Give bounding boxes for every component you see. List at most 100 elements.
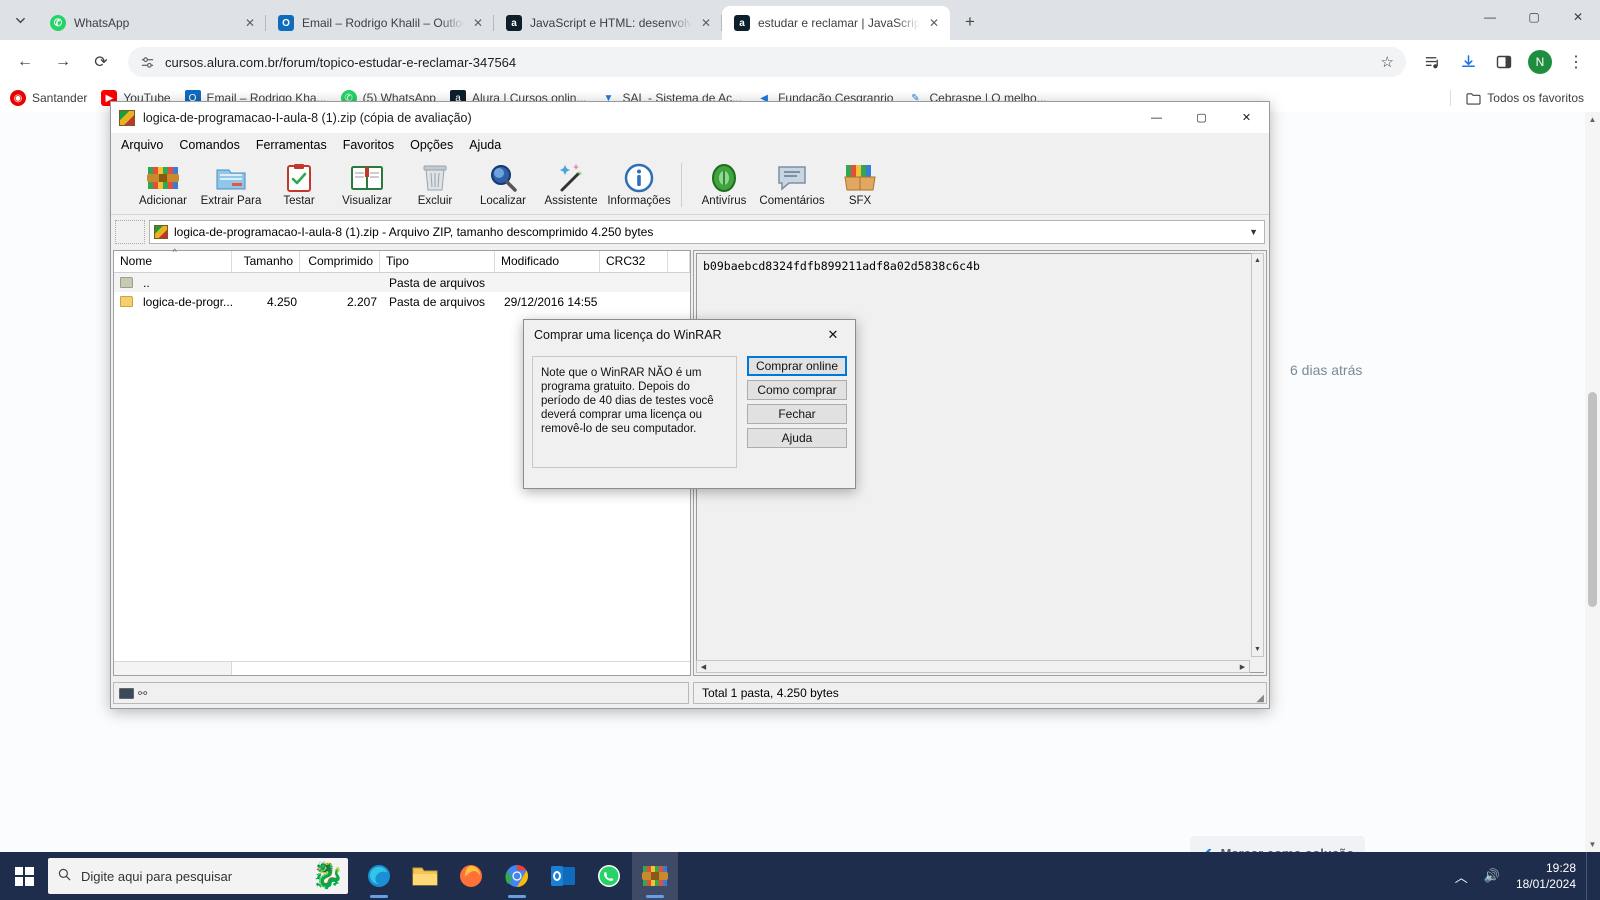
star-icon[interactable]: ☆ [1381, 53, 1394, 71]
table-row[interactable]: .. Pasta de arquivos [114, 273, 690, 292]
windows-taskbar: Digite aqui para pesquisar 🐉 ︿ 🔊 19:28 1… [0, 852, 1600, 900]
divider [1450, 90, 1452, 106]
scroll-down-icon[interactable]: ▼ [1252, 643, 1263, 656]
maximize-button[interactable]: ▢ [1179, 102, 1224, 133]
close-icon[interactable]: ✕ [242, 15, 258, 31]
minimize-button[interactable]: — [1134, 102, 1179, 133]
scroll-up-icon[interactable]: ▲ [1585, 112, 1600, 127]
close-button[interactable]: ✕ [1224, 102, 1269, 133]
taskbar-app-edge[interactable] [356, 852, 402, 900]
winrar-path-bar: arrow-up-icon logica-de-programacao-I-au… [115, 219, 1265, 245]
browser-tab-javascript-html[interactable]: a JavaScript e HTML: desenvolva ✕ [494, 6, 722, 40]
toolbar-button-informacoes[interactable]: Informações [605, 161, 673, 207]
fechar-button[interactable]: Fechar [747, 404, 847, 424]
toolbar-button-excluir[interactable]: Excluir [401, 161, 469, 207]
close-icon[interactable]: ✕ [811, 320, 855, 350]
mark-as-solution-button[interactable]: ✔ Marcar como solução [1190, 836, 1365, 852]
reload-icon[interactable]: ⟳ [85, 46, 117, 78]
toolbar-button-sfx[interactable]: SFX [826, 161, 894, 207]
file-name: .. [143, 275, 150, 290]
chevron-down-icon[interactable]: ▼ [1249, 227, 1260, 237]
column-header-comprimido[interactable]: Comprimido [300, 251, 380, 272]
toolbar-button-extrair-para[interactable]: Extrair Para [197, 161, 265, 207]
chevron-up-icon[interactable]: ︿ [1455, 867, 1468, 886]
scroll-down-icon[interactable]: ▼ [1585, 837, 1600, 852]
maximize-button[interactable]: ▢ [1512, 0, 1556, 34]
toolbar-button-assistente[interactable]: Assistente [537, 161, 605, 207]
scroll-right-icon[interactable]: ▶ [1236, 663, 1249, 671]
toolbar-separator [681, 163, 682, 207]
close-icon[interactable]: ✕ [470, 15, 486, 31]
forward-icon[interactable]: → [47, 46, 79, 78]
resize-grip[interactable]: ◢ [1256, 693, 1264, 704]
taskbar-app-firefox[interactable] [448, 852, 494, 900]
scroll-up-icon[interactable]: ▲ [1252, 254, 1263, 267]
chevron-down-icon[interactable] [6, 6, 34, 34]
taskbar-app-file-explorer[interactable] [402, 852, 448, 900]
close-icon[interactable]: ✕ [698, 15, 714, 31]
menu-item-ajuda[interactable]: Ajuda [469, 138, 501, 152]
kebab-menu-icon[interactable]: ⋮ [1561, 47, 1591, 77]
dialog-buttons: Comprar online Como comprar Fechar Ajuda [747, 356, 847, 468]
table-row[interactable]: logica-de-progr... 4.250 2.207 Pasta de … [114, 292, 690, 311]
taskbar-app-winrar[interactable] [632, 852, 678, 900]
comment-vertical-scrollbar[interactable]: ▲ ▼ [1251, 253, 1264, 657]
browser-tab-outlook[interactable]: O Email – Rodrigo Khalil – Outlook ✕ [266, 6, 494, 40]
bookmarks-overflow[interactable]: Todos os favoritos [1450, 90, 1590, 106]
archive-path-field[interactable]: logica-de-programacao-I-aula-8 (1).zip -… [149, 220, 1265, 244]
menu-item-opcoes[interactable]: Opções [410, 138, 453, 152]
scrollbar-thumb[interactable] [1588, 392, 1597, 607]
clock[interactable]: 19:28 18/01/2024 [1516, 860, 1586, 892]
toolbar-button-adicionar[interactable]: Adicionar [129, 161, 197, 207]
avatar[interactable]: N [1528, 50, 1552, 74]
toolbar-button-antivirus[interactable]: Antivírus [690, 161, 758, 207]
address-bar[interactable]: cursos.alura.com.br/forum/topico-estudar… [128, 47, 1406, 77]
antivirus-icon [710, 161, 738, 195]
close-icon[interactable]: ✕ [926, 15, 942, 31]
arrow-up-icon[interactable]: arrow-up-icon [115, 220, 145, 244]
toolbar-button-visualizar[interactable]: Visualizar [333, 161, 401, 207]
tab-title: WhatsApp [74, 16, 130, 30]
bookmark-santander[interactable]: ◉ Santander [10, 90, 87, 106]
taskbar-app-chrome[interactable] [494, 852, 540, 900]
winrar-license-dialog: Comprar uma licença do WinRAR ✕ Note que… [523, 319, 856, 489]
minimize-button[interactable]: — [1468, 0, 1512, 34]
tune-icon[interactable] [140, 55, 155, 70]
column-header-tamanho[interactable]: Tamanho [232, 251, 300, 272]
menu-item-comandos[interactable]: Comandos [179, 138, 239, 152]
browser-tab-estudar-e-reclamar[interactable]: a estudar e reclamar | JavaScript e ✕ [722, 6, 950, 40]
winrar-title-bar[interactable]: logica-de-programacao-I-aula-8 (1).zip (… [111, 102, 1269, 133]
column-header-nome[interactable]: Nome ^ [114, 247, 232, 272]
toolbar-button-comentarios[interactable]: Comentários [758, 161, 826, 207]
taskbar-app-outlook[interactable] [540, 852, 586, 900]
download-icon[interactable] [1453, 47, 1483, 77]
new-tab-button[interactable]: + [956, 8, 984, 36]
tab-strip: ✆ WhatsApp ✕ O Email – Rodrigo Khalil – … [0, 0, 1600, 40]
toolbar-button-localizar[interactable]: Localizar [469, 161, 537, 207]
taskbar-app-whatsapp[interactable] [586, 852, 632, 900]
dialog-title-bar[interactable]: Comprar uma licença do WinRAR ✕ [524, 320, 855, 350]
speaker-icon[interactable]: 🔊 [1484, 868, 1500, 884]
file-type: Pasta de arquivos [389, 294, 486, 309]
page-scrollbar[interactable]: ▲ ▼ [1585, 112, 1600, 852]
ajuda-button[interactable]: Ajuda [747, 428, 847, 448]
menu-item-arquivo[interactable]: Arquivo [121, 138, 163, 152]
column-header-crc32[interactable]: CRC32 [600, 251, 668, 272]
column-header-tipo[interactable]: Tipo [380, 251, 495, 272]
side-panel-icon[interactable] [1489, 47, 1519, 77]
como-comprar-button[interactable]: Como comprar [747, 380, 847, 400]
browser-tab-whatsapp[interactable]: ✆ WhatsApp ✕ [38, 6, 266, 40]
scroll-left-icon[interactable]: ◀ [697, 663, 710, 671]
menu-item-favoritos[interactable]: Favoritos [343, 138, 394, 152]
column-header-modificado[interactable]: Modificado [495, 251, 600, 272]
close-window-button[interactable]: ✕ [1556, 0, 1600, 34]
show-desktop-button[interactable] [1586, 852, 1592, 900]
menu-item-ferramentas[interactable]: Ferramentas [256, 138, 327, 152]
media-control-icon[interactable] [1417, 47, 1447, 77]
comprar-online-button[interactable]: Comprar online [747, 356, 847, 376]
start-button[interactable] [0, 852, 48, 900]
comment-horizontal-scrollbar[interactable]: ◀ ▶ [696, 660, 1250, 673]
search-input[interactable]: Digite aqui para pesquisar 🐉 [48, 858, 348, 894]
back-icon[interactable]: ← [9, 46, 41, 78]
toolbar-button-testar[interactable]: Testar [265, 161, 333, 207]
